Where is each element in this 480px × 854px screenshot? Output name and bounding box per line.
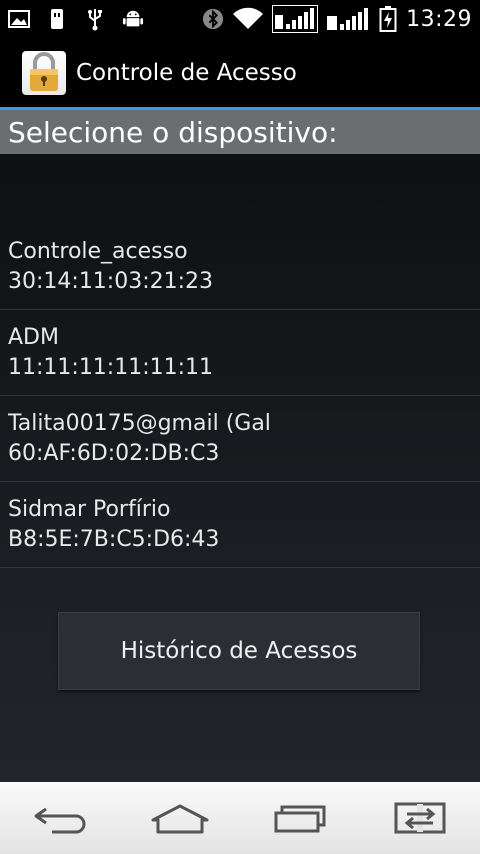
signal-sim1-icon [272, 5, 319, 33]
dual-window-button[interactable] [380, 788, 460, 848]
device-name: ADM [8, 324, 59, 350]
recent-apps-icon [274, 805, 326, 833]
device-mac-address: B8:5E:7B:C5:D6:43 [8, 526, 220, 552]
device-list: Controle_acesso 30:14:11:03:21:23 ADM 11… [0, 224, 480, 568]
back-button[interactable] [20, 788, 100, 848]
gallery-icon [8, 8, 30, 30]
app-title: Controle de Acesso [76, 59, 297, 86]
battery-charging-icon [378, 6, 398, 32]
home-icon [151, 804, 209, 834]
section-header-text: Selecione o dispositivo: [8, 115, 338, 149]
history-button[interactable]: Histórico de Acessos [58, 612, 420, 690]
device-name: Controle_acesso [8, 238, 188, 264]
home-button[interactable] [140, 788, 220, 848]
device-list-item[interactable]: Talita00175@gmail (Gal 60:AF:6D:02:DB:C3 [0, 396, 480, 482]
device-mac-address: 30:14:11:03:21:23 [8, 268, 214, 294]
device-mac-address: 60:AF:6D:02:DB:C3 [8, 440, 220, 466]
signal-sim2-icon [326, 8, 370, 30]
device-list-item[interactable]: ADM 11:11:11:11:11:11 [0, 310, 480, 396]
usb-storage-icon [46, 8, 68, 30]
section-header: Selecione o dispositivo: [0, 110, 480, 154]
device-list-item[interactable]: Sidmar Porfírio B8:5E:7B:C5:D6:43 [0, 482, 480, 568]
navigation-bar [0, 782, 480, 854]
back-icon [34, 807, 86, 834]
bluetooth-icon [202, 8, 224, 30]
android-debug-icon [122, 8, 144, 30]
device-mac-address: 11:11:11:11:11:11 [8, 354, 214, 380]
main-content: Selecione o dispositivo: Controle_acesso… [0, 110, 480, 782]
padlock-icon [22, 50, 66, 95]
device-list-item[interactable]: Controle_acesso 30:14:11:03:21:23 [0, 224, 480, 310]
status-clock: 13:29 [406, 6, 472, 32]
dual-window-icon [394, 802, 446, 834]
device-name: Sidmar Porfírio [8, 496, 171, 522]
usb-icon [84, 8, 106, 31]
action-bar: Controle de Acesso [0, 38, 480, 107]
wifi-icon [232, 7, 264, 30]
recent-apps-button[interactable] [260, 788, 340, 848]
status-bar: 13:29 [0, 0, 480, 38]
device-name: Talita00175@gmail (Gal [8, 410, 271, 436]
